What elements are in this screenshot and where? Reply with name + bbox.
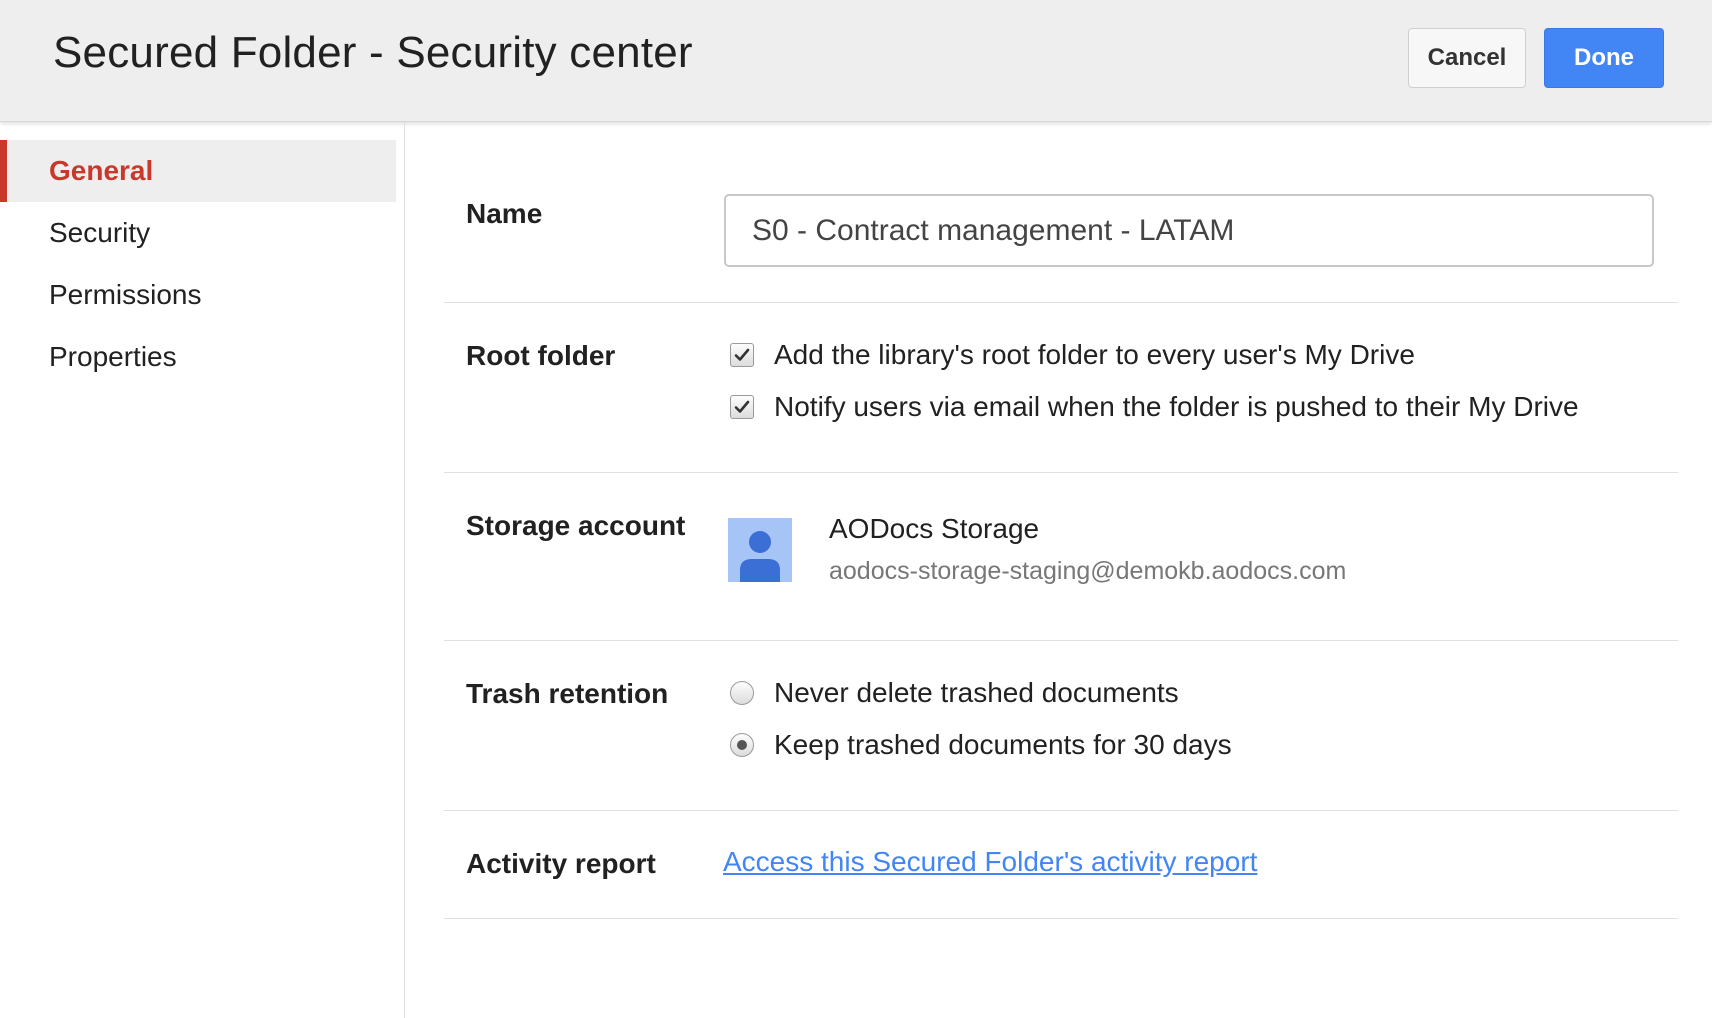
cancel-button[interactable]: Cancel: [1408, 28, 1526, 88]
storage-account-email: aodocs-storage-staging@demokb.aodocs.com: [829, 557, 1347, 585]
checkmark-icon: [734, 400, 750, 413]
sidebar-item-properties[interactable]: Properties: [0, 326, 396, 388]
trash-option-30-days: Keep trashed documents for 30 days: [730, 729, 1232, 761]
dialog-header: Secured Folder - Security center Cancel …: [0, 0, 1712, 122]
divider: [444, 472, 1678, 473]
add-root-folder-text: Add the library's root folder to every u…: [774, 339, 1415, 370]
root-folder-option-add: Add the library's root folder to every u…: [730, 339, 1415, 371]
trash-retention-label: Trash retention: [466, 678, 669, 709]
radio-selected-dot: [737, 740, 747, 750]
storage-account-name: AODocs Storage: [829, 513, 1040, 544]
keep-30-days-radio[interactable]: [730, 733, 754, 757]
notify-users-text: Notify users via email when the folder i…: [774, 391, 1579, 422]
page-title: Secured Folder - Security center: [53, 28, 693, 77]
person-icon: [728, 518, 792, 582]
divider: [444, 918, 1678, 919]
checkmark-icon: [734, 348, 750, 361]
sidebar-item-security[interactable]: Security: [0, 202, 396, 264]
root-folder-label: Root folder: [466, 340, 616, 371]
done-button[interactable]: Done: [1544, 28, 1664, 88]
divider: [444, 640, 1678, 641]
divider: [444, 810, 1678, 811]
name-field[interactable]: [724, 194, 1654, 267]
never-delete-radio[interactable]: [730, 681, 754, 705]
keep-30-days-text: Keep trashed documents for 30 days: [774, 729, 1232, 760]
divider: [444, 302, 1678, 303]
storage-account-label: Storage account: [466, 510, 686, 541]
add-root-folder-checkbox[interactable]: [730, 343, 754, 367]
root-folder-option-notify: Notify users via email when the folder i…: [730, 391, 1579, 423]
sidebar-item-permissions[interactable]: Permissions: [0, 264, 396, 326]
activity-report-label: Activity report: [466, 848, 656, 879]
notify-users-checkbox[interactable]: [730, 395, 754, 419]
never-delete-text: Never delete trashed documents: [774, 677, 1179, 708]
sidebar-item-general[interactable]: General: [0, 140, 396, 202]
activity-report-link[interactable]: Access this Secured Folder's activity re…: [723, 846, 1257, 878]
name-label: Name: [466, 198, 543, 229]
trash-option-never: Never delete trashed documents: [730, 677, 1179, 709]
sidebar: General Security Permissions Properties: [0, 122, 405, 1018]
